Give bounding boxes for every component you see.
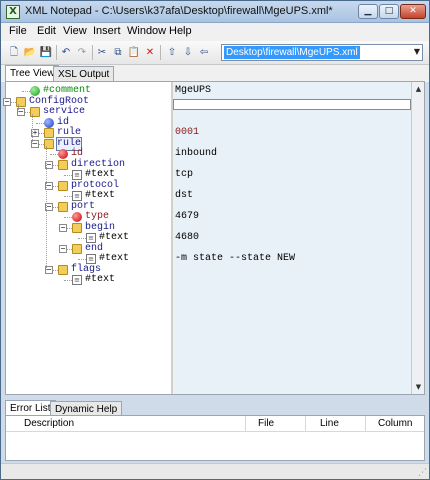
menu-insert[interactable]: Insert xyxy=(93,25,121,37)
node-value[interactable]: tcp xyxy=(173,169,411,181)
comment-icon xyxy=(30,86,40,96)
column-column[interactable]: Column xyxy=(366,416,424,432)
undo-icon[interactable]: ↶ xyxy=(59,45,73,60)
tree-connector xyxy=(64,196,72,197)
tree-connector xyxy=(64,175,72,176)
tree-connector xyxy=(64,217,72,218)
node-value[interactable]: 4680 xyxy=(173,232,411,244)
minimize-button[interactable]: ▁ xyxy=(358,4,378,19)
path-combobox[interactable]: Desktop\firewall\MgeUPS.xml ▼ xyxy=(221,44,423,61)
nudge-up-icon[interactable]: ⇧ xyxy=(165,45,179,60)
redo-icon[interactable]: ↷ xyxy=(75,45,89,60)
node-value[interactable]: -m state --state NEW xyxy=(173,253,411,265)
scroll-down-icon[interactable]: ▼ xyxy=(413,381,424,393)
tab-tree-view[interactable]: Tree View xyxy=(5,65,60,82)
menu-window[interactable]: Window xyxy=(127,25,166,37)
resize-grip-icon[interactable]: ⋰ xyxy=(418,468,427,478)
folder-icon xyxy=(58,180,68,191)
view-tabs: Tree View XSL Output xyxy=(1,65,429,82)
folder-icon xyxy=(72,243,82,254)
chevron-down-icon[interactable]: ▼ xyxy=(414,47,420,56)
text-node-icon: ≡ xyxy=(72,170,82,180)
toolbar-separator xyxy=(160,45,161,60)
tree-connector xyxy=(36,122,44,124)
menu-help[interactable]: Help xyxy=(169,25,192,37)
node-value[interactable]: 0001 xyxy=(173,127,411,139)
collapse-icon[interactable]: − xyxy=(59,223,67,232)
text-node-icon: ≡ xyxy=(86,233,96,243)
bottom-tabs: Error List Dynamic Help xyxy=(5,400,425,417)
tab-xsl-output[interactable]: XSL Output xyxy=(53,66,115,82)
title-bar[interactable]: X XML Notepad - C:\Users\k37afa\Desktop\… xyxy=(1,1,429,23)
attribute-icon xyxy=(58,149,68,159)
collapse-icon[interactable]: − xyxy=(3,97,11,106)
error-list-panel: Description File Line Column xyxy=(5,415,425,461)
tree-connector xyxy=(78,238,86,239)
folder-icon xyxy=(72,222,82,233)
node-value[interactable]: 4679 xyxy=(173,211,411,223)
node-value[interactable]: inbound xyxy=(173,148,411,160)
tree-node[interactable]: ≡ #text xyxy=(6,274,171,286)
folder-icon xyxy=(58,159,68,170)
tree-connector xyxy=(18,103,19,112)
status-bar: ⋰ xyxy=(1,463,429,479)
open-folder-icon[interactable]: 📂 xyxy=(23,45,37,60)
column-file[interactable]: File xyxy=(246,416,306,432)
nudge-left-icon[interactable]: ⇦ xyxy=(197,45,211,60)
node-value[interactable]: MgeUPS xyxy=(173,85,411,97)
column-description[interactable]: Description xyxy=(6,416,246,432)
scroll-up-icon[interactable]: ▲ xyxy=(413,83,424,95)
copy-icon[interactable]: ⧉ xyxy=(111,45,125,60)
toolbar-separator xyxy=(92,45,93,60)
toolbar-separator xyxy=(56,45,57,60)
tree-connector xyxy=(64,280,72,281)
save-icon[interactable]: 💾 xyxy=(39,45,53,60)
folder-icon xyxy=(44,128,54,138)
text-node-icon: ≡ xyxy=(86,254,96,264)
app-window: X XML Notepad - C:\Users\k37afa\Desktop\… xyxy=(0,0,430,480)
folder-icon xyxy=(58,264,68,275)
folder-icon xyxy=(58,201,68,212)
vertical-scrollbar[interactable]: ▲ ▼ xyxy=(411,82,424,394)
delete-icon[interactable]: ✕ xyxy=(143,45,157,60)
tree-connector xyxy=(78,259,86,260)
value-edit-box[interactable] xyxy=(173,99,411,110)
cut-icon[interactable]: ✂ xyxy=(95,45,109,60)
editor-area: #comment − ConfigRoot − service id + rule − rule i… xyxy=(3,81,425,395)
attribute-icon xyxy=(44,117,54,128)
nudge-down-icon[interactable]: ⇩ xyxy=(181,45,195,60)
attribute-icon xyxy=(72,212,82,222)
maximize-button[interactable]: □ xyxy=(379,4,399,19)
menu-file[interactable]: File xyxy=(9,25,27,37)
tree-connector xyxy=(32,114,33,144)
toolbar: 🗋 📂 💾 ↶ ↷ ✂ ⧉ 📋 ✕ ⇧ ⇩ ⇦ ⇨ Desktop\firewa… xyxy=(1,41,429,65)
window-title: XML Notepad - C:\Users\k37afa\Desktop\fi… xyxy=(25,5,333,17)
close-button[interactable]: ✕ xyxy=(400,4,426,19)
tree-connector xyxy=(50,154,58,155)
value-pane[interactable]: MgeUPS 0001 inbound tcp dst 4679 4680 -m state … xyxy=(173,82,411,394)
path-value: Desktop\firewall\MgeUPS.xml xyxy=(224,46,360,59)
column-line[interactable]: Line xyxy=(306,416,366,432)
tree-view[interactable]: #comment − ConfigRoot − service id + rule − rule i… xyxy=(3,82,171,394)
collapse-icon[interactable]: − xyxy=(59,244,67,253)
node-value[interactable]: dst xyxy=(173,190,411,202)
tree-connector xyxy=(22,91,30,92)
tree-node-label: #text xyxy=(85,274,116,285)
menu-edit[interactable]: Edit xyxy=(37,25,56,37)
paste-icon[interactable]: 📋 xyxy=(127,45,141,60)
menu-bar: File Edit View Insert Window Help xyxy=(1,23,429,41)
menu-view[interactable]: View xyxy=(63,25,87,37)
text-node-icon: ≡ xyxy=(72,191,82,201)
text-node-icon: ≡ xyxy=(72,275,82,285)
tree-connector xyxy=(46,145,47,270)
xml-notepad-icon: X xyxy=(6,5,20,19)
new-file-icon[interactable]: 🗋 xyxy=(7,45,21,60)
